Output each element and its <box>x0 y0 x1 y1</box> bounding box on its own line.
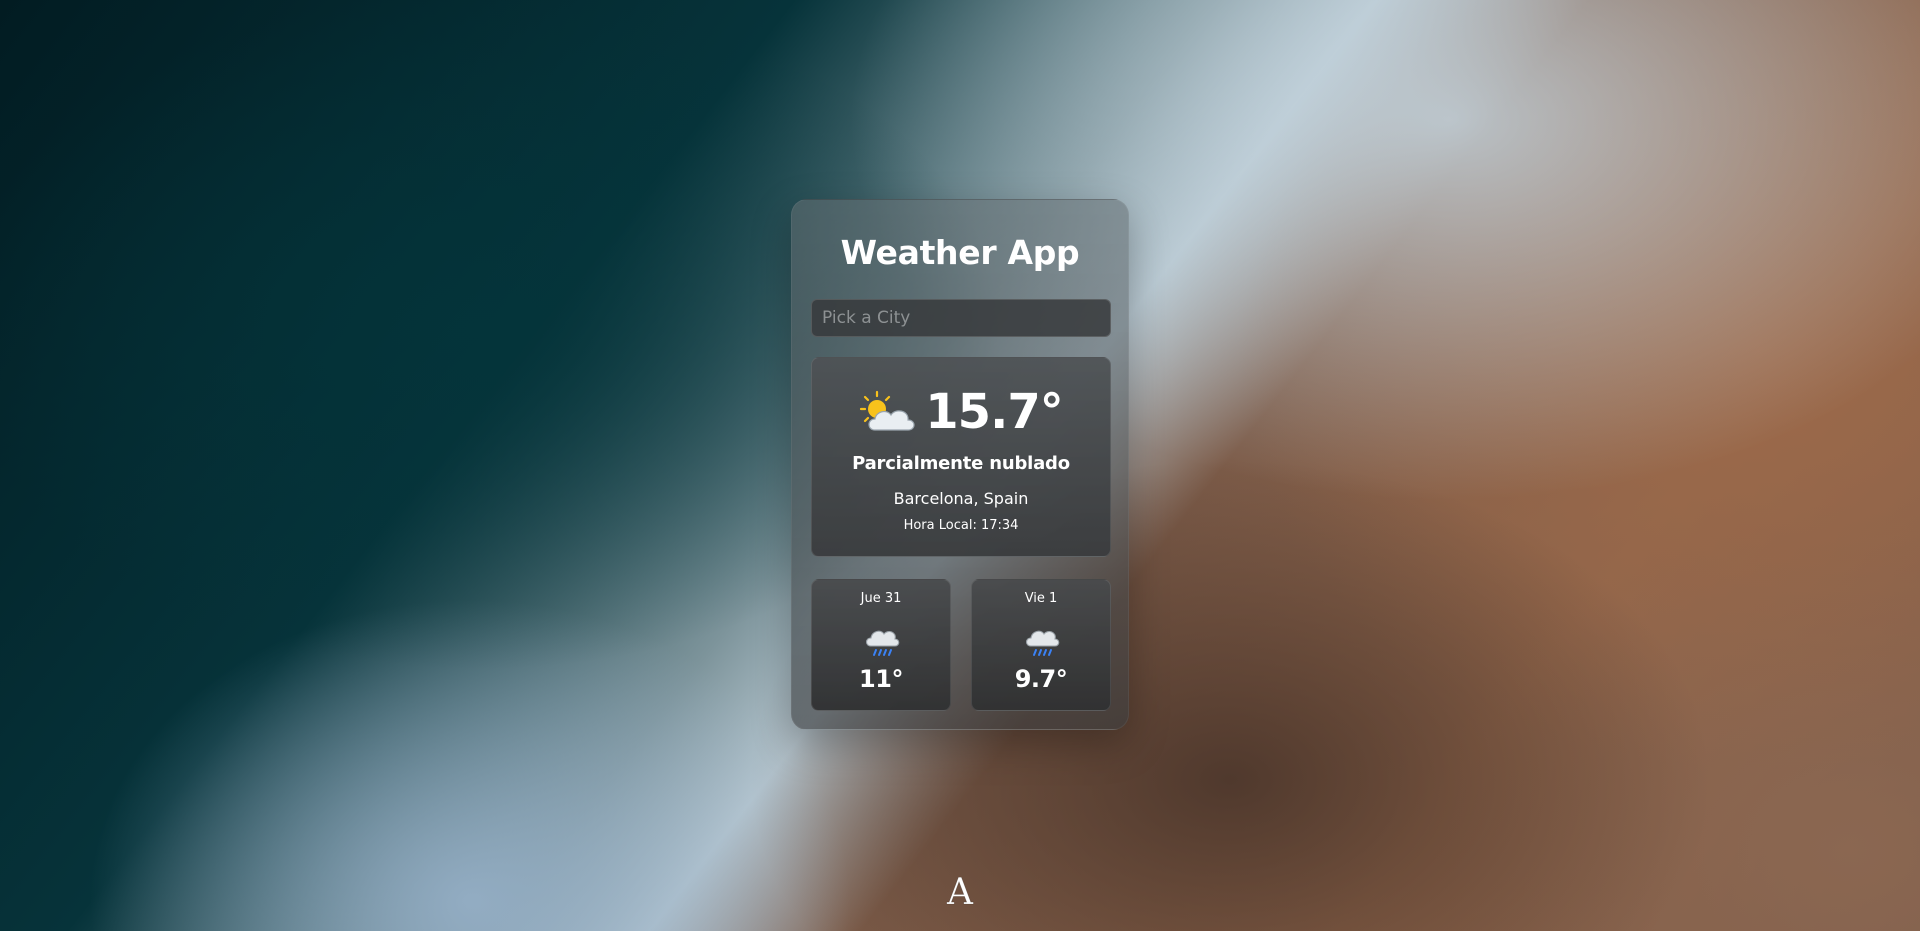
brand-logo-icon[interactable]: A <box>940 870 980 910</box>
current-weather-panel: 15.7° Parcialmente nublado Barcelona, Sp… <box>811 357 1111 557</box>
rain-cloud-icon <box>865 630 900 656</box>
weather-card: Weather App 15.7° Parcialmente nublado B… <box>791 199 1129 730</box>
partly-cloudy-icon <box>860 390 915 431</box>
forecast-day: Vie 1 <box>1024 591 1058 606</box>
forecast-temperature: 11° <box>859 665 903 693</box>
current-condition: Parcialmente nublado <box>852 453 1070 474</box>
brand-logo-letter: A <box>946 872 974 910</box>
current-location: Barcelona, Spain <box>893 489 1029 508</box>
forecast-day: Jue 31 <box>860 591 902 606</box>
app-title: Weather App <box>840 233 1080 272</box>
forecast-temperature: 9.7° <box>1014 665 1068 693</box>
forecast-card: Jue 31 11° <box>811 579 951 711</box>
local-time: Hora Local: 17:34 <box>903 518 1019 533</box>
forecast-card: Vie 1 9.7° <box>971 579 1111 711</box>
city-search-input[interactable] <box>811 299 1111 337</box>
current-temperature: 15.7° <box>925 384 1063 440</box>
rain-cloud-icon <box>1025 630 1060 656</box>
current-temp-row: 15.7° <box>812 384 1110 440</box>
